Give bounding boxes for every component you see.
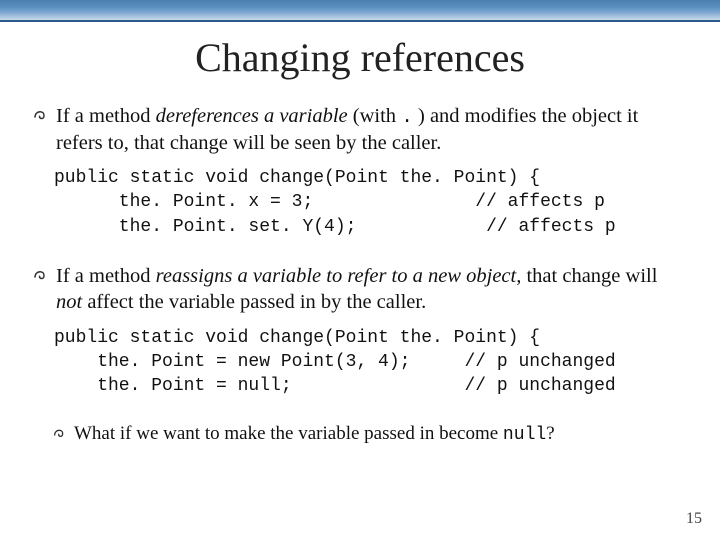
bullet-item-3: What if we want to make the variable pas… [52,422,688,450]
dot-operator: . [401,106,413,128]
text-fragment: (with [353,105,401,127]
bullet-2-text: If a method reassigns a variable to refe… [56,263,688,315]
text-fragment: that change will [521,265,657,287]
swirl-bullet-icon [52,426,68,450]
slide-top-accent [0,0,720,22]
text-fragment: ? [546,423,554,444]
slide-title: Changing references [32,34,688,81]
bullet-item-2: If a method reassigns a variable to refe… [32,263,688,315]
text-fragment: affect the variable passed in by the cal… [82,291,426,313]
bullet-3-text: What if we want to make the variable pas… [74,422,688,447]
text-emphasis: not [56,291,82,313]
code-block-1: public static void change(Point the. Poi… [54,166,688,239]
slide-content: Changing references If a method derefere… [0,22,720,451]
code-block-2: public static void change(Point the. Poi… [54,326,688,399]
text-emphasis: reassigns a variable to refer to a new o… [156,265,522,287]
text-emphasis: dereferences a variable [156,105,353,127]
swirl-bullet-icon [32,107,50,133]
text-fragment: If a method [56,265,156,287]
bullet-1-text: If a method dereferences a variable (wit… [56,103,688,156]
slide-number: 15 [686,510,702,528]
inline-code: null [503,425,546,445]
text-fragment: If a method [56,105,156,127]
swirl-bullet-icon [32,267,50,293]
bullet-item-1: If a method dereferences a variable (wit… [32,103,688,156]
text-fragment: What if we want to make the variable pas… [74,423,503,444]
